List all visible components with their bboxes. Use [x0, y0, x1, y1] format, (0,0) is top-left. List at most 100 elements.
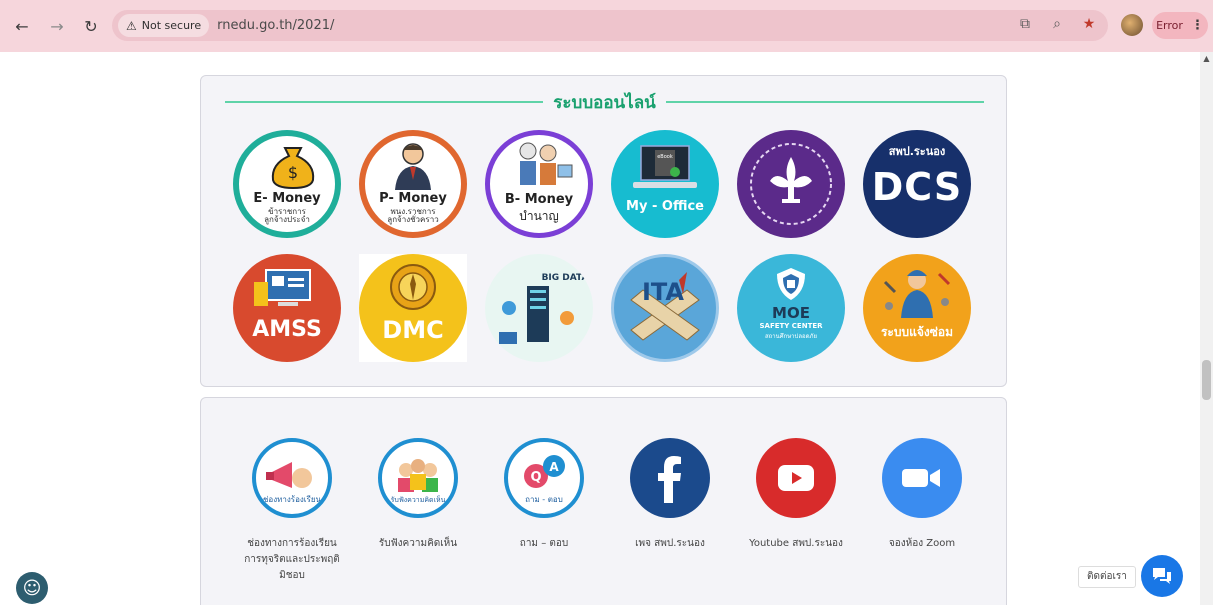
amss-link[interactable]: AMSS: [233, 254, 341, 362]
contact-us-label[interactable]: ติดต่อเรา: [1078, 566, 1136, 588]
qa-label: ถาม – ตอบ: [519, 538, 569, 549]
moe-title: MOE: [772, 304, 810, 322]
svg-text:A: A: [549, 460, 559, 474]
people-group-icon: รับฟังความคิดเห็น: [391, 459, 446, 504]
big-data-link[interactable]: BIG DATA: [485, 254, 593, 362]
facebook-label: เพจ สพป.ระนอง: [635, 538, 705, 549]
scroll-thumb[interactable]: [1202, 360, 1211, 400]
scout-link[interactable]: [737, 130, 845, 238]
feedback-icon-text: รับฟังความคิดเห็น: [391, 495, 446, 504]
svg-text:$: $: [288, 163, 298, 182]
profile-avatar[interactable]: [1121, 14, 1143, 36]
heading-line-left: [225, 101, 544, 103]
section-heading: ระบบออนไลน์: [225, 90, 985, 114]
youtube-link[interactable]: Youtube สพป.ระนอง: [733, 438, 859, 584]
p-money-link[interactable]: P- Money พนง.ราชการ ลูกจ้างชั่วคราว: [359, 130, 467, 238]
complaint-icon-text: ช่องทางร้องเรียน: [263, 495, 322, 504]
e-money-link[interactable]: $ E- Money ข้าราชการ ลูกจ้างประจำ: [233, 130, 341, 238]
feedback-link[interactable]: รับฟังความคิดเห็น รับฟังความคิดเห็น: [355, 438, 481, 584]
feedback-icon: รับฟังความคิดเห็น: [378, 438, 458, 518]
online-systems-panel: ระบบออนไลน์ $ E- Money ข้าราชการ ลูกจ้าง…: [200, 75, 1007, 387]
feedback-label: รับฟังความคิดเห็น: [378, 538, 458, 549]
b-money-link[interactable]: B- Money บำนาญ: [485, 130, 593, 238]
my-office-link[interactable]: eBook My - Office: [611, 130, 719, 238]
reload-icon: ↻: [84, 16, 98, 36]
contact-channels-panel: ช่องทางร้องเรียน ช่องทางการร้องเรียน การ…: [200, 397, 1007, 605]
my-office-title: My - Office: [626, 199, 704, 214]
zoom-booking-link[interactable]: จองห้อง Zoom: [859, 438, 985, 584]
video-camera-icon: [902, 469, 940, 487]
dcs-link[interactable]: สพป.ระนอง DCS: [863, 130, 971, 238]
repair-request-link[interactable]: ระบบแจ้งซ่อม: [863, 254, 971, 362]
big-data-icon: BIG DATA: [499, 273, 588, 344]
bookmark-star-icon[interactable]: ★: [1080, 16, 1098, 32]
school-shield-icon: [777, 268, 805, 300]
amss-title: AMSS: [252, 317, 322, 342]
contact-channels-grid: ช่องทางร้องเรียน ช่องทางการร้องเรียน การ…: [229, 438, 989, 584]
e-money-sub2: ลูกจ้างประจำ: [264, 215, 310, 225]
qa-link[interactable]: Q A ถาม - ตอบ ถาม – ตอบ: [481, 438, 607, 584]
repair-title: ระบบแจ้งซ่อม: [880, 325, 953, 339]
online-systems-title: ระบบออนไลน์: [553, 92, 656, 113]
translate-icon[interactable]: ⧉: [1016, 16, 1034, 32]
ita-link[interactable]: ITA: [611, 254, 719, 362]
businessman-icon: [395, 143, 431, 190]
megaphone-icon: ช่องทางร้องเรียน: [263, 462, 322, 504]
facebook-f-icon: [658, 456, 681, 503]
zoom-icon[interactable]: ⌕: [1048, 16, 1066, 32]
youtube-icon: [756, 438, 836, 518]
question-answer-icon: Q A ถาม - ตอบ: [524, 455, 565, 504]
chat-icon: [1153, 568, 1171, 584]
ita-anticorruption-icon: ITA: [630, 272, 700, 341]
complaint-label-line3: มิชอบ: [279, 570, 305, 581]
qa-icon: Q A ถาม - ตอบ: [504, 438, 584, 518]
error-label: Error: [1156, 19, 1183, 32]
accessibility-icon: ☺: [22, 577, 42, 599]
p-money-sub2: ลูกจ้างชั่วคราว: [387, 215, 439, 225]
reload-button[interactable]: ↻: [79, 14, 103, 38]
chat-button[interactable]: [1141, 555, 1183, 597]
heading-line-right: [665, 101, 985, 103]
arrow-left-icon: ←: [15, 16, 29, 36]
zoom-label: จองห้อง Zoom: [888, 538, 956, 549]
ebook-label: eBook: [657, 154, 673, 160]
complaint-channel-link[interactable]: ช่องทางร้องเรียน ช่องทางการร้องเรียน การ…: [229, 438, 355, 584]
repair-technician-icon: [883, 270, 951, 318]
b-money-title: B- Money: [504, 192, 574, 207]
more-menu-icon: ⋮: [1190, 18, 1204, 33]
ita-title: ITA: [642, 278, 684, 306]
warning-icon: ⚠: [126, 18, 137, 33]
youtube-label: Youtube สพป.ระนอง: [749, 538, 843, 549]
dmc-link[interactable]: DMC: [359, 254, 467, 362]
e-money-title: E- Money: [253, 191, 321, 206]
dmc-title: DMC: [382, 316, 444, 344]
qa-icon-text: ถาม - ตอบ: [525, 495, 563, 504]
url-text[interactable]: rnedu.go.th/2021/: [217, 18, 334, 33]
zoom-icon: [882, 438, 962, 518]
facebook-page-link[interactable]: เพจ สพป.ระนอง: [607, 438, 733, 584]
scroll-up-arrow-icon[interactable]: ▲: [1200, 52, 1213, 65]
facebook-icon: [630, 438, 710, 518]
complaint-icon: ช่องทางร้องเรียน: [252, 438, 332, 518]
address-bar[interactable]: ⚠ Not secure rnedu.go.th/2021/ ⧉ ⌕ ★: [112, 10, 1108, 41]
moe-safety-link[interactable]: MOE SAFETY CENTER สถานศึกษาปลอดภัย: [737, 254, 845, 362]
moe-sub1: SAFETY CENTER: [759, 321, 823, 330]
complaint-label: ช่องทางการร้องเรียน การทุจริตและประพฤติ …: [236, 536, 348, 584]
money-bag-icon: $: [271, 147, 315, 190]
browser-toolbar: ← → ↻ ⚠ Not secure rnedu.go.th/2021/ ⧉ ⌕…: [0, 0, 1213, 52]
error-button[interactable]: Error ⋮: [1152, 12, 1208, 39]
page-content: ระบบออนไลน์ $ E- Money ข้าราชการ ลูกจ้าง…: [0, 52, 1200, 605]
laptop-ebook-icon: eBook: [633, 145, 697, 188]
forward-button[interactable]: →: [45, 14, 69, 38]
complaint-label-line2: การทุจริตและประพฤติ: [244, 554, 340, 565]
back-button[interactable]: ←: [10, 14, 34, 38]
elderly-couple-icon: [519, 142, 573, 185]
security-label: Not secure: [141, 19, 202, 32]
complaint-label-line1: ช่องทางการร้องเรียน: [247, 538, 337, 549]
security-chip[interactable]: ⚠ Not secure: [118, 14, 210, 37]
vertical-scrollbar[interactable]: ▲: [1200, 52, 1213, 605]
ministry-emblem-icon: [390, 264, 436, 310]
accessibility-button[interactable]: ☺: [16, 572, 48, 604]
dcs-title: DCS: [871, 165, 963, 210]
scout-emblem-icon: [750, 143, 832, 225]
